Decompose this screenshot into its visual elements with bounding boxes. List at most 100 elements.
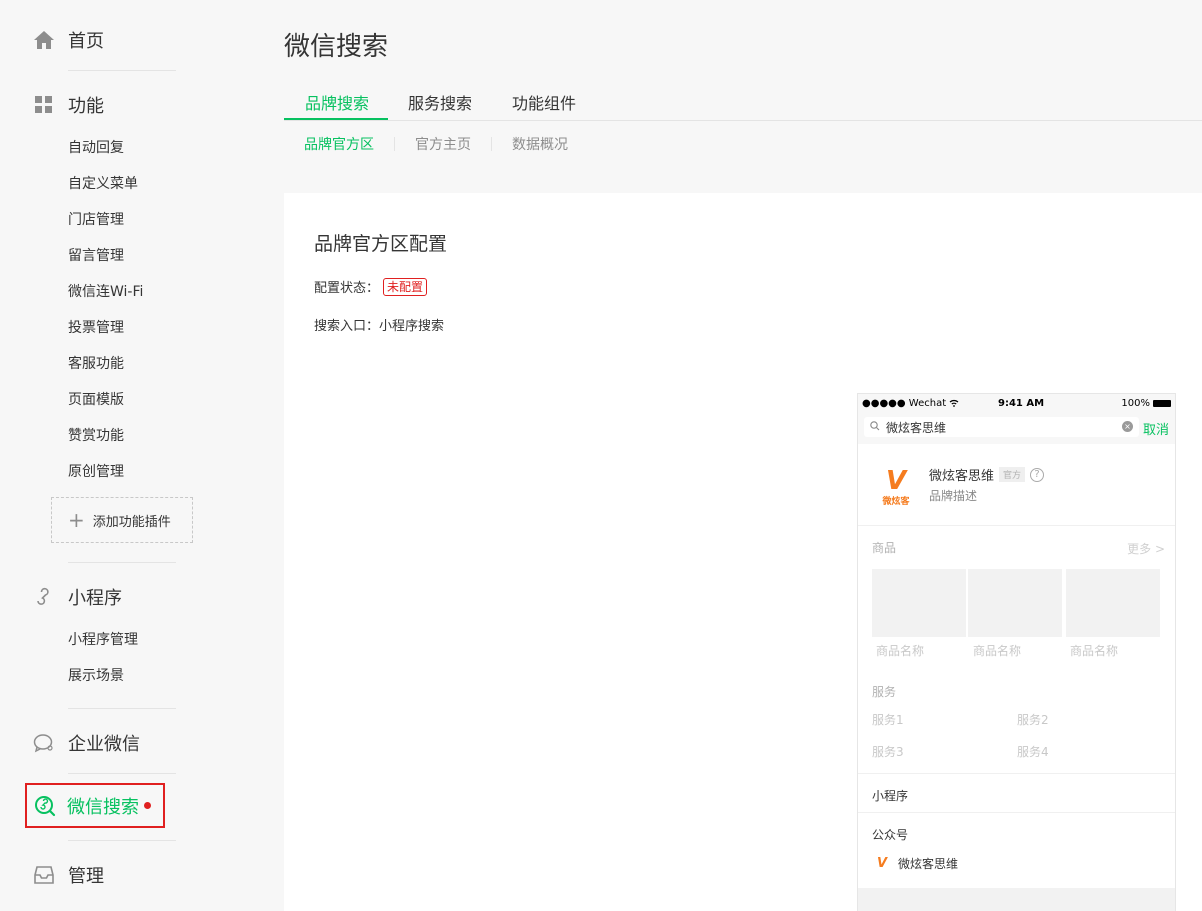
service-item: 服务3 (872, 745, 904, 759)
nav-features[interactable]: 功能 (32, 92, 104, 118)
service-item: 服务4 (1017, 745, 1049, 759)
sidebar-item-original[interactable]: 原创管理 (68, 462, 124, 482)
goods-name: 商品名称 (973, 644, 1022, 658)
brand-description: 品牌描述 (929, 489, 978, 503)
official-tag: 官方 (999, 467, 1026, 482)
divider (68, 708, 176, 709)
subtab-official-homepage[interactable]: 官方主页 (415, 134, 471, 154)
help-icon[interactable]: ? (1030, 467, 1045, 482)
service-item: 服务1 (872, 713, 904, 727)
subtab-bar: 品牌官方区 官方主页 数据概况 (304, 134, 568, 154)
mini-program-section-title: 小程序 (872, 789, 909, 803)
nav-features-label: 功能 (68, 96, 104, 117)
brand-name: 微炫客思维 (929, 469, 995, 484)
search-icon (870, 420, 880, 434)
phone-cancel-button[interactable]: 取消 (1143, 419, 1169, 438)
divider (68, 70, 176, 71)
divider (68, 773, 176, 774)
wechat-search-icon (33, 794, 57, 818)
plus-icon: + (68, 508, 85, 532)
more-link[interactable]: 更多 > (1127, 540, 1165, 557)
nav-home-label: 首页 (68, 31, 104, 52)
add-plugin-label: 添加功能插件 (92, 514, 171, 530)
search-entry-label: 搜索入口： (314, 319, 380, 334)
account-logo-icon: V (876, 856, 888, 871)
divider (858, 525, 1175, 526)
phone-footer (858, 888, 1175, 911)
goods-image (872, 569, 966, 637)
official-account-item[interactable]: V 微炫客思维 (874, 855, 958, 872)
nav-mini-program[interactable]: 小程序 (32, 584, 122, 610)
config-status-label: 配置状态： (314, 281, 380, 296)
brand-logo-mark: V (885, 465, 907, 496)
subtab-divider (394, 137, 395, 151)
mini-program-icon (32, 585, 56, 609)
divider (68, 840, 176, 841)
service-item: 服务2 (1017, 713, 1049, 727)
add-plugin-button[interactable]: + 添加功能插件 (51, 497, 193, 543)
goods-name: 商品名称 (876, 644, 925, 658)
nav-mini-program-label: 小程序 (68, 588, 122, 609)
nav-manage-label: 管理 (68, 866, 104, 887)
search-entry-row: 搜索入口： 小程序搜索 (314, 315, 444, 334)
active-tab-indicator (284, 118, 388, 120)
battery-icon (1153, 400, 1171, 407)
tab-function-components[interactable]: 功能组件 (512, 90, 576, 114)
nav-work-wechat[interactable]: 企业微信 (32, 730, 140, 756)
status-bar: ●●●●● Wechat 9:41 AM 100% (858, 394, 1175, 414)
tab-service-search[interactable]: 服务搜索 (408, 90, 472, 114)
goods-section-title: 商品 (872, 541, 897, 555)
chat-bubble-icon (32, 731, 56, 755)
tab-bar: 品牌搜索 服务搜索 功能组件 (284, 86, 1202, 121)
sidebar-item-comment-management[interactable]: 留言管理 (68, 246, 124, 266)
sidebar-item-reward[interactable]: 赞赏功能 (68, 426, 124, 446)
nav-wechat-search[interactable]: 微信搜索 (25, 783, 165, 828)
sidebar-item-store-management[interactable]: 门店管理 (68, 210, 124, 230)
status-time: 9:41 AM (998, 398, 1045, 409)
subtab-brand-official-zone[interactable]: 品牌官方区 (304, 134, 374, 154)
inbox-icon (32, 863, 56, 887)
brand-name-row: 微炫客思维 官方 ? (929, 465, 1045, 484)
goods-image (1066, 569, 1160, 637)
sidebar-item-page-template[interactable]: 页面模版 (68, 390, 124, 410)
sidebar-item-mini-program-management[interactable]: 小程序管理 (68, 630, 138, 650)
sidebar-item-vote-management[interactable]: 投票管理 (68, 318, 124, 338)
clear-icon[interactable]: × (1122, 421, 1133, 432)
subtab-data-overview[interactable]: 数据概况 (512, 134, 568, 154)
search-entry-value: 小程序搜索 (379, 319, 445, 334)
divider (858, 773, 1175, 774)
notification-dot (144, 802, 151, 809)
brand-logo-text: 微炫客 (882, 496, 910, 507)
nav-work-wechat-label: 企业微信 (68, 734, 140, 755)
home-icon (32, 28, 56, 52)
divider (68, 562, 176, 563)
phone-search-input[interactable]: 微炫客思维 × (864, 417, 1139, 437)
carrier: ●●●●● Wechat (862, 398, 959, 409)
nav-manage[interactable]: 管理 (32, 862, 104, 888)
phone-search-text: 微炫客思维 (886, 420, 947, 435)
divider (858, 812, 1175, 813)
wifi-icon (949, 399, 959, 407)
panel-title: 品牌官方区配置 (314, 233, 448, 255)
service-section-title: 服务 (872, 685, 897, 699)
status-battery: 100% (1121, 398, 1171, 409)
phone-preview: ●●●●● Wechat 9:41 AM 100% 微炫客思维 × 取消 V 微… (857, 393, 1176, 911)
page-title: 微信搜索 (284, 32, 389, 62)
sidebar-item-auto-reply[interactable]: 自动回复 (68, 138, 124, 158)
config-status-row: 配置状态： 未配置 (314, 277, 428, 296)
sidebar-item-wifi[interactable]: 微信连Wi-Fi (68, 282, 143, 302)
sidebar-item-customer-service[interactable]: 客服功能 (68, 354, 124, 374)
account-name: 微炫客思维 (898, 857, 959, 871)
status-badge: 未配置 (383, 277, 428, 296)
goods-name: 商品名称 (1070, 644, 1119, 658)
sidebar-item-display-scene[interactable]: 展示场景 (68, 666, 124, 686)
official-account-section-title: 公众号 (872, 828, 909, 842)
tab-brand-search[interactable]: 品牌搜索 (305, 90, 369, 114)
sidebar-item-custom-menu[interactable]: 自定义菜单 (68, 174, 138, 194)
nav-home[interactable]: 首页 (32, 27, 104, 53)
goods-image (968, 569, 1062, 637)
sidebar: 首页 功能 自动回复 自定义菜单 门店管理 留言管理 微信连Wi-Fi 投票管理… (0, 0, 240, 911)
phone-search-bar: 微炫客思维 × 取消 (858, 414, 1175, 444)
grid-icon (32, 93, 56, 117)
nav-wechat-search-label: 微信搜索 (67, 796, 139, 818)
